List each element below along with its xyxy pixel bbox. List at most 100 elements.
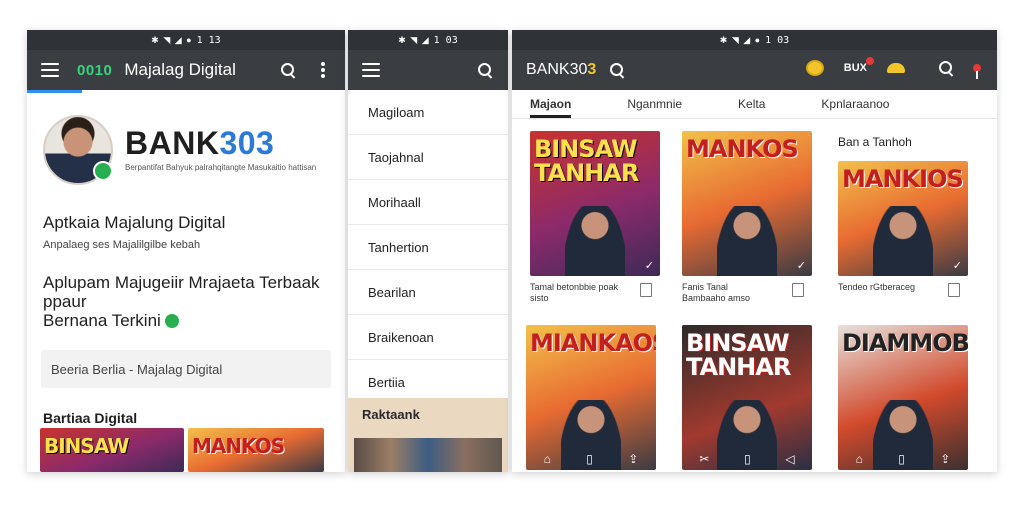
cover-title: MANKIOS [842, 165, 964, 193]
brand-subtitle: Berpantifat Bahyuk palrahqitangte Masuka… [125, 163, 317, 172]
magazine-card[interactable]: DIAMMOBOS ⌂ ▯ ⇪ [838, 325, 968, 470]
menu-item[interactable]: Taojahnal [348, 135, 508, 180]
brand-name-part1: BANK [125, 125, 220, 161]
tab-4[interactable]: Kpnlaraanoo [821, 97, 889, 118]
search-icon-2[interactable] [939, 61, 953, 75]
status-time: 1 13 [196, 34, 221, 46]
coin-icon[interactable] [805, 60, 824, 76]
square-icon[interactable]: ▯ [744, 452, 751, 466]
app-bar [348, 50, 508, 90]
check-badge-icon [164, 314, 179, 328]
brand-name: BANK303 [125, 127, 316, 159]
cover-title: BINSAW TANHAR [686, 329, 791, 381]
app-bar: BANK303 BUX [512, 50, 997, 90]
card-caption: Tamal betonbbie poak sisto [530, 282, 619, 303]
brand-block: BANK303 Berpantifat Bahyuk palrahqitangt… [125, 115, 316, 172]
square-icon[interactable]: ▯ [898, 452, 905, 466]
section-title: Bartiaa Digital [43, 410, 138, 426]
thumbnail-row: BINSAW MANKOS [40, 428, 324, 472]
menu-icon[interactable] [41, 63, 59, 77]
menu-item[interactable]: Braikenoan [348, 315, 508, 360]
promo-text: Aplupam Majugeiir Mrajaeta Terbaak ppaur… [43, 273, 345, 330]
home-icon[interactable]: ⌂ [544, 452, 551, 466]
status-icons: ✱ ◥ ◢ ● [719, 34, 762, 45]
brand-name-part2: 303 [219, 125, 275, 161]
app-title: Majalag Digital [124, 60, 236, 79]
app-heading: Aptkaia Majalung Digital [43, 213, 226, 232]
tab-3[interactable]: Kelta [738, 97, 765, 118]
menu-icon[interactable] [362, 63, 380, 77]
promo-line-3-text: Bernana Terkini [43, 311, 161, 330]
bux-button[interactable]: BUX [844, 57, 874, 74]
nav-strip: ⌂ ▯ ⇪ [838, 452, 968, 466]
screen-menu: ✱ ◥ ◢ 1 03 Magiloam Taojahnal Morihaall … [348, 30, 508, 472]
magazine-cover[interactable]: BINSAW TANHAR ✂ ▯ ◁ [682, 325, 812, 470]
app-title: BANK303 [526, 61, 596, 79]
app-title-part1: BANK30 [526, 61, 588, 78]
magazine-cover[interactable]: MIANKAOS ⌂ ▯ ⇪ [526, 325, 656, 470]
menu-item[interactable]: Tanhertion [348, 225, 508, 270]
tab-bar: Majaon Nganmnie Kelta Kpnlaraanoo [512, 90, 997, 119]
magazine-cover[interactable]: MANKIOS ✓ [838, 161, 968, 276]
search-icon[interactable] [478, 63, 492, 77]
magazine-cover[interactable]: BINSAW TANHAR ✓ [530, 131, 660, 276]
check-icon: ✓ [796, 260, 806, 272]
magazine-card[interactable]: MIANKAOS ⌂ ▯ ⇪ [526, 325, 656, 470]
magazine-card[interactable]: MANKIOS ✓ Tendeo rGtberaceg [838, 161, 968, 297]
status-time: 1 03 [433, 34, 458, 46]
magazine-card[interactable]: BINSAW TANHAR ✂ ▯ ◁ [682, 325, 812, 470]
magazine-card[interactable]: BINSAW TANHAR ✓ Tamal betonbbie poak sis… [530, 131, 660, 304]
promo-line-3: Bernana Terkini [43, 311, 345, 330]
bookmark-icon[interactable] [640, 283, 652, 297]
location-pin-icon[interactable] [973, 64, 981, 79]
section-cta[interactable]: Ban a Tanhoh [838, 135, 912, 149]
card-caption: Fanis Tanal Bambaaho amso [682, 282, 751, 303]
menu-item[interactable]: Bearilan [348, 270, 508, 315]
magazine-card[interactable]: MANKOS ✓ Fanis Tanal Bambaaho amso [682, 131, 812, 304]
menu-footer[interactable]: Raktaank [348, 398, 508, 472]
search-icon[interactable] [281, 63, 295, 77]
menu-item[interactable]: Magiloam [348, 90, 508, 135]
magazine-cover[interactable]: MANKOS ✓ [682, 131, 812, 276]
thumbnail-1[interactable]: BINSAW [40, 428, 184, 472]
cover-title: MIANKAOS [530, 329, 656, 357]
square-icon[interactable]: ▯ [586, 452, 593, 466]
promo-line-1: Aplupam Majugeiir Mrajaeta Terbaak [43, 273, 320, 292]
menu-list: Magiloam Taojahnal Morihaall Tanhertion … [348, 90, 508, 405]
status-bar: ✱ ◥ ◢ ● 1 03 [512, 30, 997, 50]
status-bar: ✱ ◥ ◢ 1 03 [348, 30, 508, 50]
tab-2[interactable]: Nganmnie [627, 97, 682, 118]
bookmark-icon[interactable] [948, 283, 960, 297]
status-icons: ✱ ◥ ◢ ● [151, 34, 193, 45]
screen-home: ✱ ◥ ◢ ● 1 13 0010 Majalag Digital BANK30… [27, 30, 345, 472]
status-bar: ✱ ◥ ◢ ● 1 13 [27, 30, 345, 50]
thumbnail-1-title: BINSAW [44, 434, 129, 458]
brand-badge: 0010 [77, 61, 113, 79]
avatar[interactable] [43, 115, 113, 185]
thumbnail-2[interactable]: MANKOS [188, 428, 324, 472]
home-icon[interactable]: ⌂ [856, 452, 863, 466]
search-icon[interactable] [610, 63, 624, 77]
share-icon[interactable]: ⇪ [940, 452, 950, 466]
menu-item[interactable]: Morihaall [348, 180, 508, 225]
cover-title: MANKOS [686, 135, 799, 163]
check-icon: ✓ [952, 260, 962, 272]
cover-person [873, 206, 933, 276]
search-field[interactable]: Beeria Berlia - Majalag Digital [41, 350, 331, 388]
cap-icon[interactable] [887, 63, 905, 73]
cut-icon[interactable]: ✂ [699, 452, 709, 466]
magazine-cover[interactable]: DIAMMOBOS ⌂ ▯ ⇪ [838, 325, 968, 470]
more-options-icon[interactable] [321, 62, 325, 78]
bookmark-icon[interactable] [792, 283, 804, 297]
menu-footer-image [354, 438, 502, 472]
tab-1[interactable]: Majaon [530, 97, 572, 118]
screen-catalog: ✱ ◥ ◢ ● 1 03 BANK303 BUX Majaon Nganmnie… [512, 30, 997, 472]
thumbnail-2-title: MANKOS [192, 434, 285, 458]
cover-person [565, 206, 625, 276]
promo-line-2: ppaur [43, 292, 87, 311]
share-icon[interactable]: ⇪ [628, 452, 638, 466]
profile-header: BANK303 Berpantifat Bahyuk palrahqitangt… [27, 93, 345, 193]
action-icons: BUX [805, 57, 981, 79]
menu-footer-label: Raktaank [362, 407, 420, 422]
back-icon[interactable]: ◁ [785, 452, 794, 466]
